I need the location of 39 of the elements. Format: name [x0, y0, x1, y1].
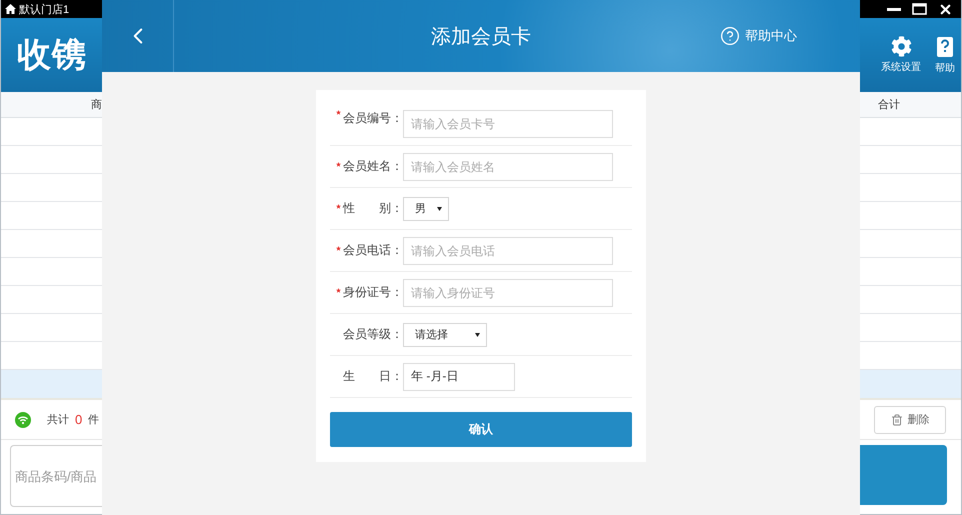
- field-label: 生 日：: [343, 368, 403, 385]
- settings-icon: [890, 36, 912, 57]
- caret-icon: [475, 332, 480, 336]
- app-logo: 收镌: [17, 35, 87, 76]
- field-label: 会员姓名：: [343, 158, 403, 175]
- confirm-button[interactable]: 确认: [330, 412, 632, 447]
- help-button[interactable]: 帮助: [935, 36, 955, 74]
- barcode-field[interactable]: 商品条码/商品: [10, 445, 102, 507]
- help-link[interactable]: 帮助中心: [720, 26, 860, 46]
- select-field[interactable]: 男: [403, 196, 449, 220]
- input-field[interactable]: 请输入会员姓名: [403, 152, 613, 180]
- dialog-title: 添加会员卡: [430, 24, 532, 50]
- total-label: 共计: [47, 413, 69, 427]
- field-label: 会员电话：: [343, 242, 403, 259]
- item-unit: 件: [88, 413, 100, 427]
- wifi-icon: [15, 412, 31, 428]
- field-label: 身份证号：: [343, 284, 403, 301]
- date-field[interactable]: 年 -月-日: [403, 362, 515, 390]
- minimize-icon: [887, 8, 901, 10]
- help-book-icon: [935, 36, 955, 58]
- help-icon: [720, 26, 740, 46]
- field-label: 会员等级：: [343, 326, 403, 343]
- delete-button[interactable]: 删除: [874, 406, 946, 434]
- input-field[interactable]: 请输入会员电话: [403, 236, 613, 264]
- maximize-icon: [912, 3, 927, 15]
- field-label: 性 别：: [343, 200, 403, 217]
- home-icon: [5, 4, 16, 14]
- column-header: 合计: [878, 98, 900, 112]
- close-icon: [938, 2, 953, 16]
- field-label: 会员编号：: [343, 110, 403, 127]
- item-count: 0: [75, 412, 82, 427]
- settings-button[interactable]: 系统设置: [881, 36, 921, 74]
- store-name: 默认门店1: [19, 2, 70, 16]
- input-field[interactable]: 请输入会员卡号: [403, 110, 613, 138]
- select-field[interactable]: 请选择: [403, 322, 487, 346]
- input-field[interactable]: 请输入身份证号: [403, 278, 613, 306]
- caret-icon: [437, 206, 442, 210]
- column-header: 商: [91, 98, 102, 112]
- trash-icon: [890, 414, 902, 426]
